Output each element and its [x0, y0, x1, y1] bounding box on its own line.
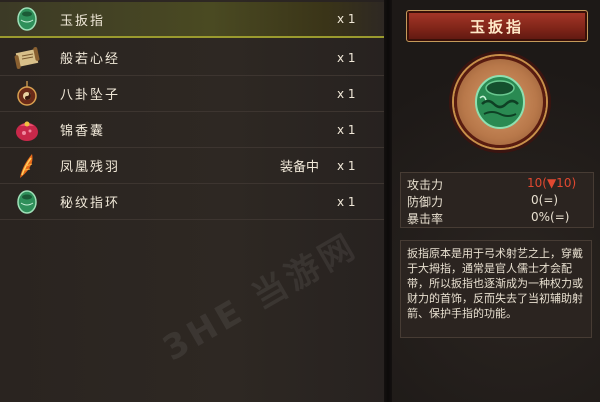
item-quantity: x 1 [337, 12, 356, 26]
stat-row: 防御力 0(=) [407, 193, 589, 210]
item-name: 凤凰残羽 [60, 160, 121, 175]
item-description: 扳指原本是用于弓术射艺之上，穿戴于大拇指，通常是官人儒士才会配带，所以扳指也逐渐… [407, 247, 583, 320]
jade-ring-icon [468, 68, 532, 136]
inventory-item[interactable]: 八卦坠子 x 1 [0, 76, 384, 112]
stat-row: 暴击率 0%(=) [407, 210, 589, 227]
item-quantity: x 1 [337, 86, 356, 101]
stats-box: 攻击力 10(▼10) 防御力 0(=) 暴击率 0%(=) [400, 172, 594, 228]
item-name: 玉扳指 [60, 13, 106, 29]
item-name: 秘纹指环 [60, 196, 121, 211]
detail-title: 玉扳指 [469, 17, 524, 36]
stat-label: 防御力 [407, 195, 444, 209]
panel-divider [384, 0, 392, 402]
description-box: 扳指原本是用于弓术射艺之上，穿戴于大拇指，通常是官人儒士才会配带，所以扳指也逐渐… [400, 240, 592, 338]
stat-value: 0%(=) [531, 210, 570, 224]
item-detail-panel: 玉扳指 攻击力 10(▼10) 防御力 0(=) 暴击率 0%(=) 扳指原本是… [392, 0, 600, 402]
item-quantity: x 1 [337, 158, 356, 173]
inventory-item[interactable]: 凤凰残羽 装备中 x 1 [0, 148, 384, 184]
item-name: 八卦坠子 [60, 88, 121, 103]
inventory-item[interactable]: 般若心经 x 1 [0, 40, 384, 76]
item-quantity: x 1 [337, 194, 356, 209]
detail-title-plate: 玉扳指 [406, 10, 588, 42]
stat-value: 0(=) [531, 193, 559, 207]
watermark: 3HE 当游网 [156, 225, 365, 370]
jade-ring-icon [14, 6, 40, 32]
item-portrait [454, 56, 546, 148]
stat-row: 攻击力 10(▼10) [407, 176, 589, 193]
item-name: 锦香囊 [60, 124, 106, 139]
phoenix-feather-icon [14, 153, 40, 179]
stat-value: 10(▼10) [527, 176, 577, 190]
bagua-pendant-icon [14, 80, 40, 107]
jade-ring-icon [14, 189, 40, 215]
sachet-icon [14, 117, 40, 143]
stat-label: 攻击力 [407, 178, 444, 192]
item-name: 般若心经 [60, 52, 121, 67]
scroll-icon [14, 45, 40, 71]
inventory-list: 玉扳指 x 1 般若心经 x 1 八卦坠子 x 1 锦香囊 x 1 凤凰残羽 装… [0, 0, 384, 402]
stat-label: 暴击率 [407, 212, 444, 226]
equipped-status: 装备中 [280, 160, 320, 175]
inventory-item[interactable]: 锦香囊 x 1 [0, 112, 384, 148]
item-quantity: x 1 [337, 50, 356, 65]
item-quantity: x 1 [337, 122, 356, 137]
inventory-item[interactable]: 秘纹指环 x 1 [0, 184, 384, 220]
inventory-item[interactable]: 玉扳指 x 1 [0, 2, 384, 38]
